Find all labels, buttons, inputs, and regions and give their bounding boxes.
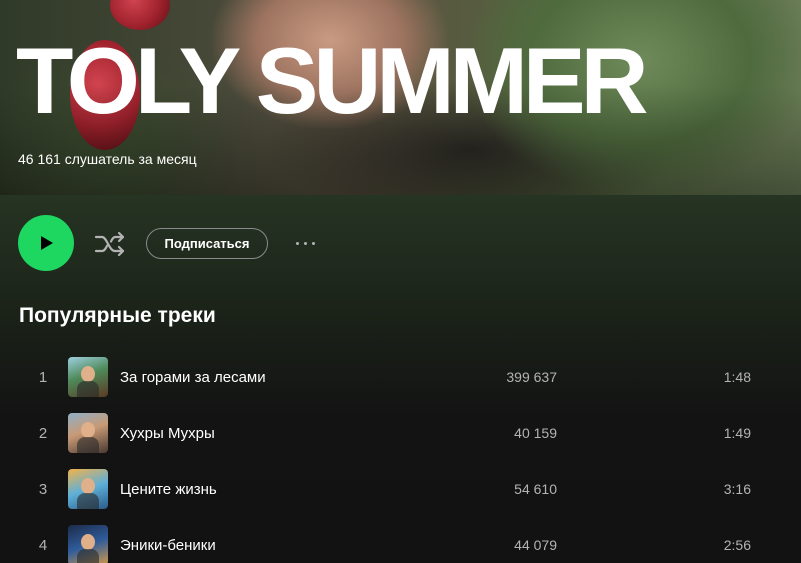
track-title[interactable]: Эники-беники <box>120 537 216 554</box>
track-duration: 3:16 <box>723 481 751 497</box>
artist-page: TOLY SUMMER 46 161 слушатель за месяц По… <box>0 0 801 563</box>
track-number: 1 <box>38 369 48 386</box>
play-icon <box>41 236 53 250</box>
track-cover-image <box>68 357 108 397</box>
track-row[interactable]: 1 За горами за лесами 399 637 1:48 <box>0 349 801 405</box>
follow-button[interactable]: Подписаться <box>146 228 268 259</box>
track-cover-image <box>68 413 108 453</box>
shuffle-icon <box>94 231 125 257</box>
track-plays: 399 637 <box>506 369 557 385</box>
track-title[interactable]: Цените жизнь <box>120 481 217 498</box>
track-row[interactable]: 3 Цените жизнь 54 610 3:16 <box>0 461 801 517</box>
artist-name: TOLY SUMMER <box>16 28 649 133</box>
track-title[interactable]: Хухры Мухры <box>120 425 215 442</box>
shuffle-button[interactable] <box>94 228 126 260</box>
more-options-icon <box>311 241 315 245</box>
track-number: 4 <box>38 537 48 554</box>
more-options-icon <box>295 241 299 245</box>
track-title[interactable]: За горами за лесами <box>120 369 266 386</box>
play-button[interactable] <box>18 215 74 271</box>
track-row[interactable]: 2 Хухры Мухры 40 159 1:49 <box>0 405 801 461</box>
track-plays: 44 079 <box>514 537 557 553</box>
track-number: 2 <box>38 425 48 442</box>
rose-image <box>110 0 170 30</box>
track-list: 1 За горами за лесами 399 637 1:48 2 Хух… <box>0 349 801 563</box>
track-duration: 2:56 <box>723 537 751 553</box>
track-row[interactable]: 4 Эники-беники 44 079 2:56 <box>0 517 801 563</box>
artist-hero-banner: TOLY SUMMER 46 161 слушатель за месяц <box>0 0 801 195</box>
more-options-button[interactable] <box>290 231 320 255</box>
track-plays: 54 610 <box>514 481 557 497</box>
track-duration: 1:48 <box>723 369 751 385</box>
popular-tracks-heading: Популярные треки <box>19 304 216 327</box>
monthly-listeners: 46 161 слушатель за месяц <box>18 151 197 167</box>
track-plays: 40 159 <box>514 425 557 441</box>
track-cover-image <box>68 469 108 509</box>
track-number: 3 <box>38 481 48 498</box>
track-cover-image <box>68 525 108 563</box>
more-options-icon <box>303 241 307 245</box>
track-duration: 1:49 <box>723 425 751 441</box>
